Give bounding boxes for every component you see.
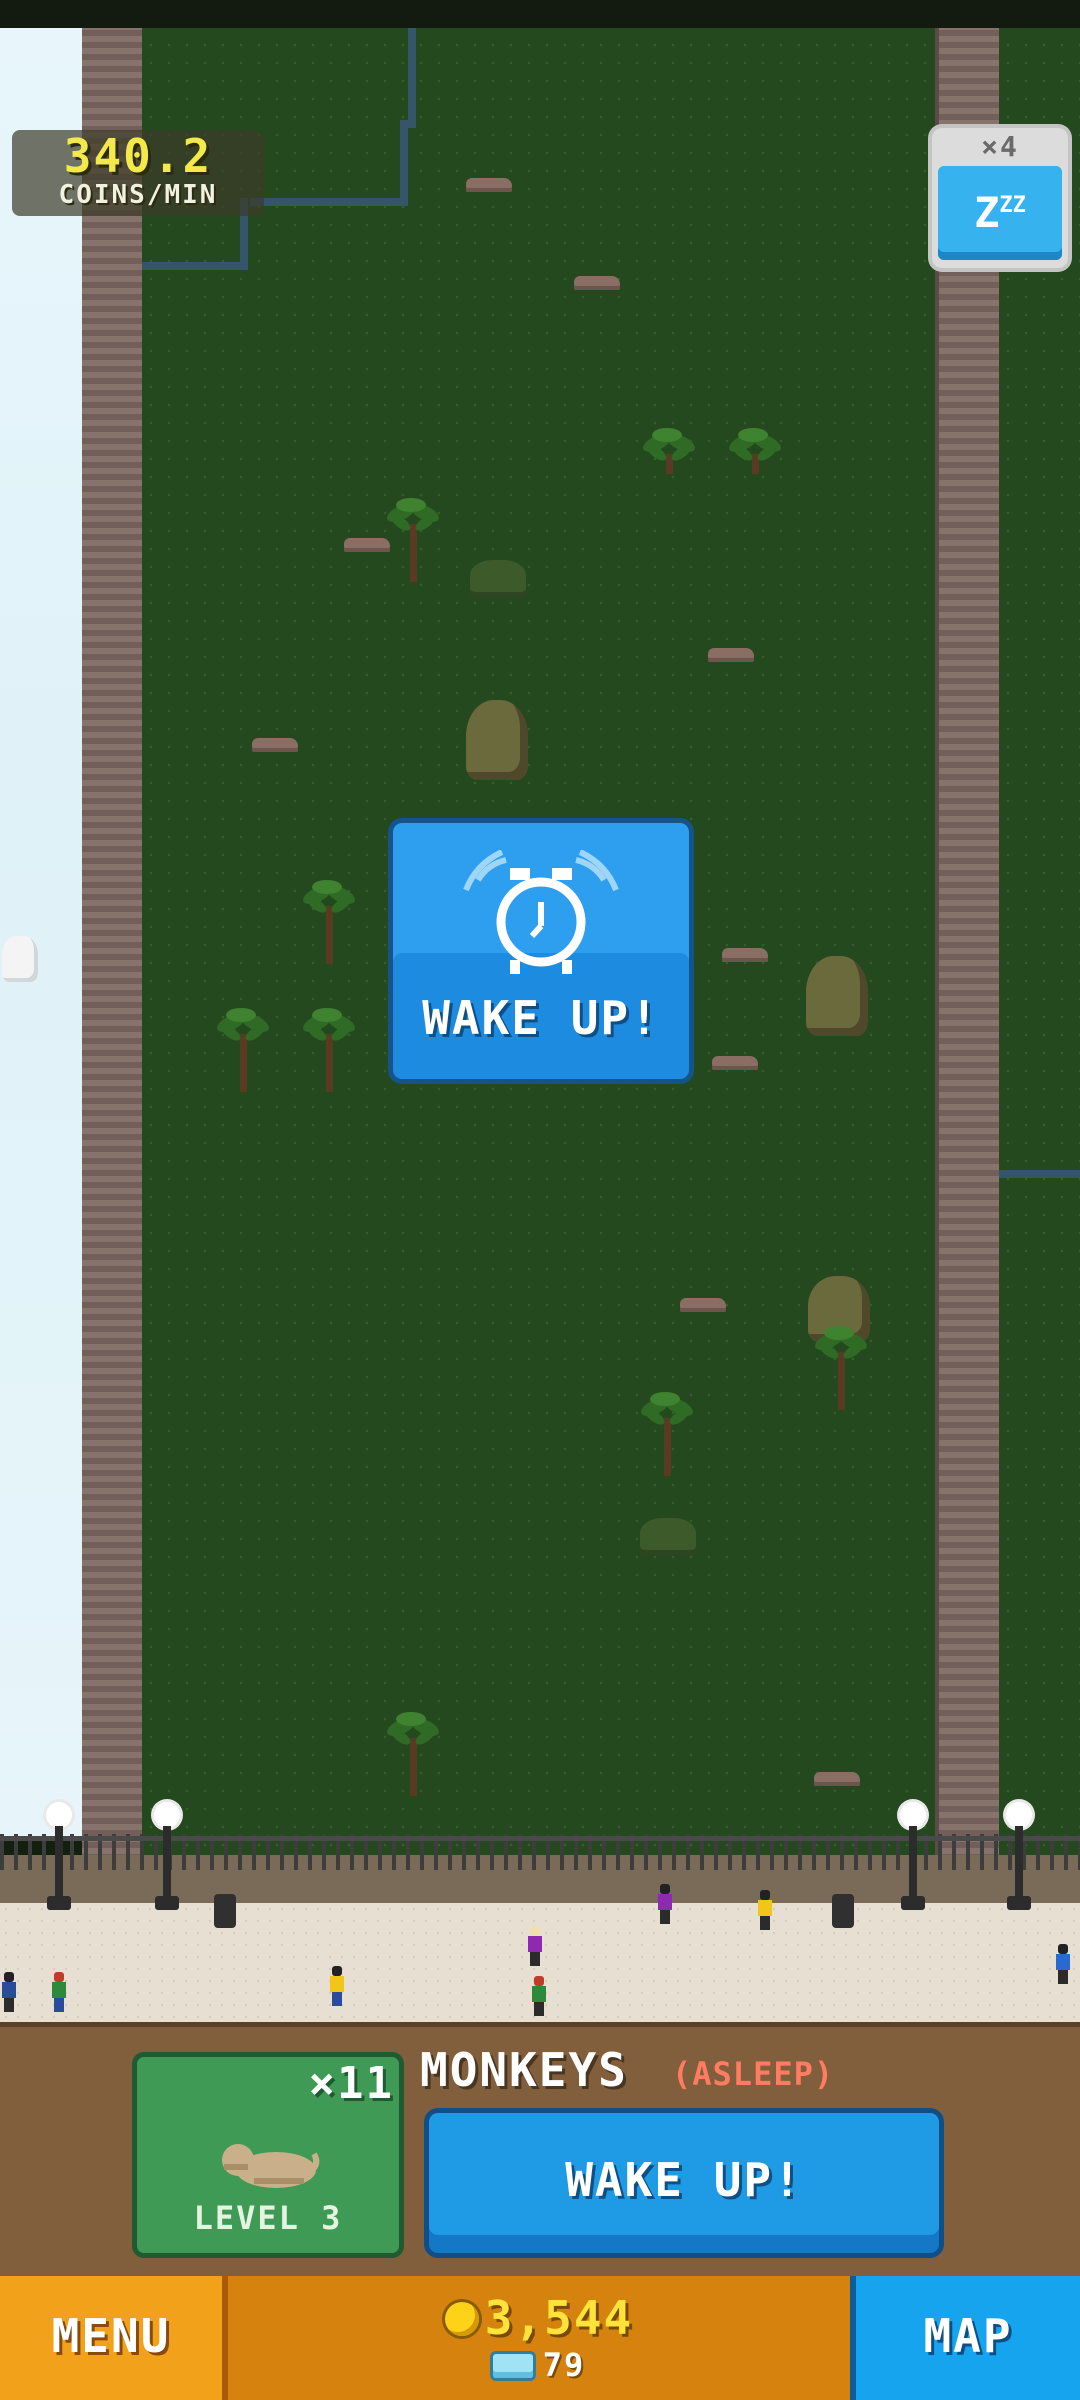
bush — [470, 560, 526, 598]
street-lamp — [46, 1802, 72, 1914]
top-edge — [0, 0, 1080, 28]
rock — [574, 276, 620, 290]
rock — [680, 1298, 726, 1312]
neighbor-enclosure — [999, 0, 1080, 1860]
exhibit-name: MONKEYS — [420, 2043, 628, 2097]
trash-bin — [832, 1894, 854, 1928]
river — [142, 262, 248, 270]
palm-tree — [640, 428, 698, 512]
bush — [640, 1518, 696, 1556]
street-lamp — [154, 1802, 180, 1914]
street-lamp — [1006, 1802, 1032, 1914]
visitor — [50, 1972, 68, 2012]
visitor — [0, 1972, 18, 2012]
snow-area — [0, 0, 86, 1840]
visitor — [530, 1976, 548, 2016]
polar-bear — [2, 936, 38, 982]
rock — [814, 1772, 860, 1786]
river — [250, 198, 408, 206]
exhibit-status: (ASLEEP) — [672, 2055, 835, 2093]
sleep-multiplier: ×4 — [981, 130, 1019, 163]
map-button-label: MAP — [923, 2309, 1013, 2363]
palm-tree — [726, 428, 784, 512]
alarm-clock-icon — [463, 850, 619, 974]
palm-tree — [384, 1712, 442, 1796]
rock — [252, 738, 298, 752]
coin-balance: 3,544 — [228, 2290, 850, 2346]
sleeping-monkey-icon — [222, 2144, 320, 2188]
visitor — [656, 1884, 674, 1924]
animal-count: ×11 — [308, 2058, 394, 2109]
left-rock-wall — [82, 0, 146, 1860]
gem-balance: 79 — [228, 2344, 850, 2386]
rock — [722, 948, 768, 962]
gem-amount: 79 — [542, 2346, 586, 2384]
rock — [712, 1056, 758, 1070]
street-lamp — [900, 1802, 926, 1914]
trash-bin — [214, 1894, 236, 1928]
zzz-icon: ZZZ — [974, 188, 1026, 237]
river — [400, 120, 408, 200]
wake-up-button-label: WAKE UP! — [565, 2153, 803, 2207]
rock — [466, 178, 512, 192]
rock-mound — [466, 700, 528, 780]
rock — [708, 648, 754, 662]
visitor — [756, 1890, 774, 1930]
palm-tree — [300, 1008, 358, 1092]
gem-icon — [492, 2354, 533, 2378]
visitor — [526, 1926, 544, 1966]
coins-per-minute-value: 340.2 — [63, 129, 213, 183]
animal-level: LEVEL 3 — [193, 2199, 343, 2237]
coins-per-minute-label: COINS/MIN — [58, 180, 218, 210]
visitor — [1054, 1944, 1072, 1984]
river — [999, 1170, 1080, 1178]
palm-tree — [300, 880, 358, 964]
palm-tree — [214, 1008, 272, 1092]
visitor — [328, 1966, 346, 2006]
wake-up-prompt-label: WAKE UP! — [422, 991, 660, 1045]
rock-mound — [806, 956, 868, 1036]
coin-amount: 3,544 — [484, 2291, 634, 2345]
palm-tree — [384, 498, 442, 582]
rock — [344, 538, 390, 552]
coin-icon — [444, 2302, 479, 2336]
palm-tree — [638, 1392, 696, 1476]
river — [408, 28, 416, 128]
menu-button-label: MENU — [51, 2309, 171, 2363]
right-rock-wall — [935, 0, 999, 1860]
palm-tree — [812, 1326, 870, 1410]
